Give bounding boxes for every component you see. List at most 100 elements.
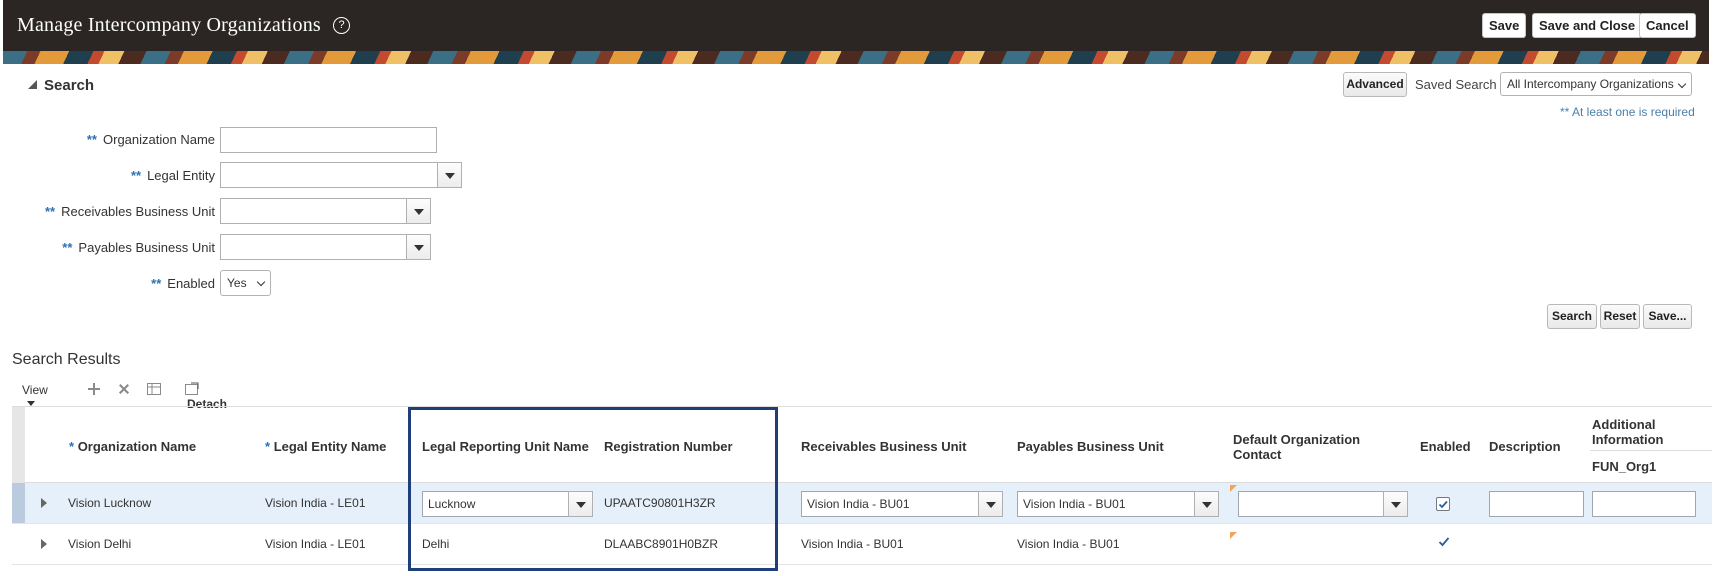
col-description[interactable]: Description xyxy=(1489,439,1561,454)
enabled-checkbox[interactable] xyxy=(1436,497,1450,511)
cell-legal-entity: Vision India - LE01 xyxy=(265,537,366,551)
col-organization-name-label: Organization Name xyxy=(77,439,197,454)
cell-org-name: Vision Delhi xyxy=(68,537,132,551)
enabled-label: ** Enabled xyxy=(30,276,215,291)
dropdown-arrow-icon[interactable] xyxy=(1194,491,1219,517)
payables-bu-value: Vision India - BU01 xyxy=(1023,497,1126,511)
legal-reporting-unit-value: Lucknow xyxy=(428,497,476,511)
save-search-button[interactable]: Save... xyxy=(1643,304,1692,329)
col-legal-entity-name-label: Legal Entity Name xyxy=(273,439,387,454)
col-organization-name[interactable]: * Organization Name xyxy=(69,439,196,454)
dropdown-arrow-icon[interactable] xyxy=(568,491,593,517)
search-heading: Search xyxy=(44,77,95,94)
checkmark-icon xyxy=(1438,500,1448,509)
description-input[interactable] xyxy=(1489,491,1584,517)
chevron-down-icon xyxy=(256,277,266,287)
view-menu-label: View xyxy=(22,383,48,397)
col-fun-org1[interactable]: FUN_Org1 xyxy=(1592,459,1656,474)
fun-org1-input[interactable] xyxy=(1592,491,1696,517)
required-marker-icon xyxy=(1230,532,1237,539)
col-legal-reporting-unit[interactable]: Legal Reporting Unit Name xyxy=(422,439,589,454)
enabled-select-value: Yes xyxy=(227,276,247,290)
cancel-button[interactable]: Cancel xyxy=(1639,13,1696,38)
required-star: ** xyxy=(44,204,56,219)
search-section-toggle[interactable]: Search xyxy=(28,77,94,94)
payables-bu-label-text: Payables Business Unit xyxy=(78,240,215,255)
save-button[interactable]: Save xyxy=(1482,13,1527,38)
required-note: ** At least one is required xyxy=(1560,105,1695,119)
cell-registration-number: DLAABC8901H0BZR xyxy=(604,537,719,551)
row-header[interactable] xyxy=(12,524,25,564)
detach-icon xyxy=(185,382,199,395)
receivables-bu-label: ** Receivables Business Unit xyxy=(30,204,215,219)
cell-legal-reporting-unit: Delhi xyxy=(422,537,450,551)
search-button[interactable]: Search xyxy=(1547,304,1597,329)
col-receivables-bu[interactable]: Receivables Business Unit xyxy=(801,439,966,454)
receivables-bu-value: Vision India - BU01 xyxy=(807,497,910,511)
receivables-bu-combobox[interactable] xyxy=(220,198,431,224)
col-legal-entity-name[interactable]: * Legal Entity Name xyxy=(265,439,386,454)
chevron-down-icon xyxy=(1677,79,1687,89)
save-and-close-button[interactable]: Save and Close xyxy=(1532,13,1643,38)
collapse-triangle-icon xyxy=(28,80,37,89)
dropdown-arrow-icon[interactable] xyxy=(406,234,431,260)
table-row[interactable]: Vision Lucknow Vision India - LE01 Luckn… xyxy=(12,483,1712,524)
required-marker-icon xyxy=(1230,485,1237,492)
cell-legal-entity: Vision India - LE01 xyxy=(265,496,366,510)
cell-payables-bu: Vision India - BU01 xyxy=(1017,537,1120,551)
payables-bu-row-combobox[interactable]: Vision India - BU01 xyxy=(1017,491,1219,517)
organization-name-input[interactable] xyxy=(220,127,437,153)
freeze-icon[interactable] xyxy=(146,381,162,400)
add-icon[interactable] xyxy=(86,381,102,400)
enabled-label-text: Enabled xyxy=(167,276,215,291)
dropdown-arrow-icon[interactable] xyxy=(406,198,431,224)
cell-receivables-bu: Vision India - BU01 xyxy=(801,537,904,551)
required-star: ** xyxy=(151,276,162,291)
enabled-check-icon xyxy=(1438,536,1450,551)
payables-bu-label: ** Payables Business Unit xyxy=(30,240,215,255)
legal-entity-combobox[interactable] xyxy=(220,162,462,188)
page-title: Manage Intercompany Organizations xyxy=(17,14,321,36)
required-star: ** xyxy=(62,240,73,255)
col-default-org-contact[interactable]: Default Organization Contact xyxy=(1233,432,1383,462)
receivables-bu-label-text: Receivables Business Unit xyxy=(61,204,215,219)
expand-row-icon[interactable] xyxy=(41,498,47,508)
row-header[interactable] xyxy=(12,483,25,523)
table-row[interactable]: Vision Delhi Vision India - LE01 Delhi D… xyxy=(12,524,1712,565)
legal-reporting-unit-combobox[interactable]: Lucknow xyxy=(422,491,593,517)
default-contact-combobox[interactable] xyxy=(1238,491,1408,517)
dropdown-arrow-icon[interactable] xyxy=(437,162,462,188)
saved-search-value: All Intercompany Organizations xyxy=(1507,77,1674,91)
enabled-select[interactable]: Yes xyxy=(220,270,271,296)
payables-bu-combobox[interactable] xyxy=(220,234,431,260)
org-name-label-text: Organization Name xyxy=(103,132,215,147)
search-results-title: Search Results xyxy=(12,351,121,368)
delete-icon[interactable] xyxy=(116,381,132,400)
expand-row-icon[interactable] xyxy=(41,539,47,549)
required-star: * xyxy=(265,439,271,454)
saved-search-select[interactable]: All Intercompany Organizations xyxy=(1500,72,1692,96)
page-header: Manage Intercompany Organizations ? Save… xyxy=(3,0,1709,64)
col-enabled[interactable]: Enabled xyxy=(1420,439,1471,454)
row-header-column xyxy=(12,407,25,484)
cell-org-name: Vision Lucknow xyxy=(68,496,152,510)
required-star: ** xyxy=(130,168,142,183)
dropdown-arrow-icon[interactable] xyxy=(978,491,1003,517)
header-divider xyxy=(1590,450,1712,451)
cell-registration-number: UPAATC90801H3ZR xyxy=(604,496,716,510)
reset-button[interactable]: Reset xyxy=(1600,304,1640,329)
legal-entity-label: ** Legal Entity xyxy=(30,168,215,183)
col-payables-bu[interactable]: Payables Business Unit xyxy=(1017,439,1164,454)
help-icon[interactable]: ? xyxy=(333,17,350,34)
results-table: * Organization Name * Legal Entity Name … xyxy=(12,406,1712,566)
col-additional-info: Additional Information xyxy=(1592,417,1664,447)
org-name-label: ** Organization Name xyxy=(30,132,215,147)
saved-search-label: Saved Search xyxy=(1415,77,1497,92)
table-header: * Organization Name * Legal Entity Name … xyxy=(12,406,1712,484)
col-registration-number[interactable]: Registration Number xyxy=(604,439,733,454)
receivables-bu-row-combobox[interactable]: Vision India - BU01 xyxy=(801,491,1003,517)
advanced-search-button[interactable]: Advanced xyxy=(1343,72,1407,97)
legal-entity-label-text: Legal Entity xyxy=(147,168,215,183)
dropdown-arrow-icon[interactable] xyxy=(1383,491,1408,517)
header-banner xyxy=(3,51,1709,64)
